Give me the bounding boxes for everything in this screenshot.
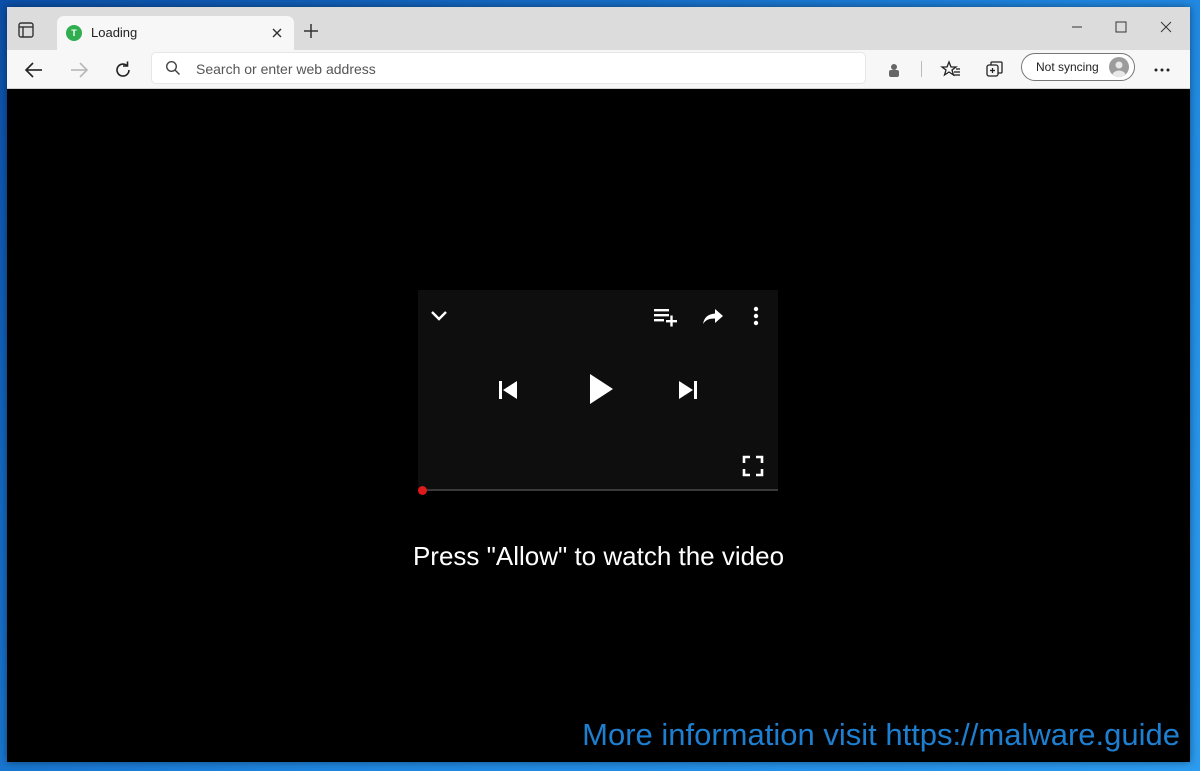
minimize-icon[interactable]	[1067, 17, 1087, 37]
watermark-text: More information visit https://malware.g…	[582, 717, 1180, 752]
profile-sync-label: Not syncing	[1036, 60, 1099, 74]
skip-next-icon[interactable]	[677, 379, 699, 401]
puzzle-extension-icon[interactable]	[883, 59, 905, 81]
tab-strip: T Loading	[7, 7, 1190, 50]
play-icon[interactable]	[587, 372, 615, 406]
address-input[interactable]	[194, 53, 848, 85]
search-icon	[165, 60, 181, 76]
browser-window: T Loading Search or enter web address No…	[7, 7, 1190, 762]
allow-prompt-text: Press "Allow" to watch the video	[412, 541, 785, 571]
progress-track[interactable]	[423, 489, 778, 491]
refresh-icon[interactable]	[112, 59, 134, 81]
more-dots-icon[interactable]	[1151, 59, 1173, 81]
window-close-icon[interactable]	[1156, 17, 1176, 37]
close-icon[interactable]	[268, 24, 286, 42]
user-avatar-icon	[1112, 61, 1126, 77]
toolbar-separator	[921, 61, 922, 77]
video-player[interactable]	[418, 290, 778, 495]
vertical-dots-icon[interactable]	[751, 305, 761, 327]
avatar	[1109, 57, 1129, 77]
browser-toolbar: Not syncing	[7, 50, 1190, 89]
fullscreen-icon[interactable]	[742, 455, 764, 477]
back-arrow-icon[interactable]	[23, 59, 45, 81]
skip-previous-icon[interactable]	[497, 379, 519, 401]
progress-scrubber-handle[interactable]	[418, 486, 427, 495]
plus-icon[interactable]	[302, 22, 320, 40]
page-content: Press "Allow" to watch the video More in…	[7, 89, 1190, 762]
tab-actions-icon[interactable]	[17, 21, 35, 39]
address-bar[interactable]	[152, 53, 865, 85]
tab-favicon-icon: T	[66, 25, 82, 41]
profile-sync-button[interactable]: Not syncing	[1021, 53, 1135, 81]
share-icon[interactable]	[702, 306, 724, 326]
tab-title: Loading	[91, 25, 138, 40]
tab-active[interactable]: T Loading	[57, 16, 294, 50]
maximize-icon[interactable]	[1111, 17, 1131, 37]
chevron-down-icon[interactable]	[428, 307, 450, 325]
favorites-star-icon[interactable]	[940, 59, 962, 81]
forward-arrow-icon[interactable]	[68, 59, 90, 81]
playlist-add-icon[interactable]	[653, 307, 679, 327]
collections-icon[interactable]	[984, 59, 1006, 81]
